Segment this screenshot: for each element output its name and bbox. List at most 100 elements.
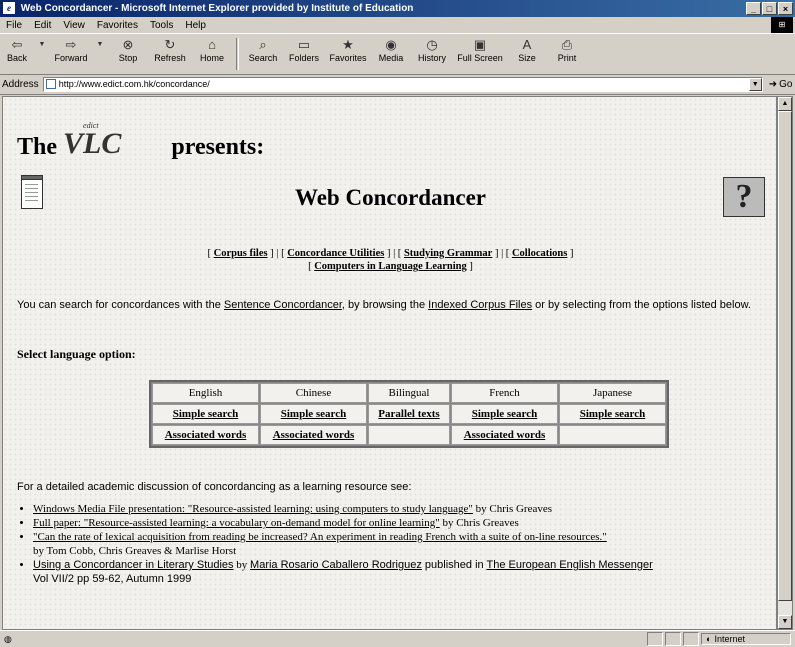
list-item: Full paper: "Resource-assisted learning:… [33, 516, 776, 530]
back-button[interactable]: ⇦ Back [0, 34, 34, 71]
header-french: French [451, 383, 558, 403]
lexical-acquisition-link[interactable]: "Can the rate of lexical acquisition fro… [33, 531, 607, 543]
stop-button[interactable]: ⊗ Stop [108, 34, 148, 71]
menu-favorites[interactable]: Favorites [91, 20, 144, 31]
home-button[interactable]: ⌂ Home [192, 34, 232, 71]
indexed-corpus-files-link[interactable]: Indexed Corpus Files [428, 299, 532, 311]
folders-icon: ▭ [297, 37, 311, 52]
page-content: The VLC edict presents: Web Concordancer… [2, 96, 777, 630]
print-button[interactable]: ⎙ Print [547, 34, 587, 71]
menu-tools[interactable]: Tools [144, 20, 179, 31]
media-icon: ◉ [385, 37, 397, 52]
chinese-associated-words-link[interactable]: Associated words [273, 429, 355, 441]
vlc-logo: VLC edict [63, 121, 122, 160]
english-associated-words-link[interactable]: Associated words [165, 429, 247, 441]
close-button[interactable]: × [778, 2, 793, 15]
sentence-concordancer-link[interactable]: Sentence Concordancer [224, 299, 342, 311]
address-bar: Address http://www.edict.com.hk/concorda… [0, 74, 795, 95]
menu-help[interactable]: Help [179, 20, 212, 31]
presents-heading: presents: [171, 134, 265, 160]
refresh-icon: ↻ [164, 37, 176, 52]
scroll-down-button[interactable]: ▼ [778, 615, 792, 629]
scroll-thumb[interactable] [778, 111, 792, 601]
list-item: "Can the rate of lexical acquisition fro… [33, 530, 776, 558]
help-icon[interactable]: ? [723, 177, 765, 217]
discussion-intro: For a detailed academic discussion of co… [17, 481, 412, 493]
journal-link[interactable]: The European English Messenger [486, 559, 652, 571]
history-icon: ◷ [426, 37, 438, 52]
french-associated-words-link[interactable]: Associated words [464, 429, 546, 441]
chinese-simple-search-link[interactable]: Simple search [281, 408, 347, 420]
menu-edit[interactable]: Edit [28, 20, 57, 31]
window-title: Web Concordancer - Microsoft Internet Ex… [20, 3, 414, 14]
forward-button[interactable]: ⇨ Forward [50, 34, 92, 71]
table-header-row: English Chinese Bilingual French Japanes… [152, 383, 666, 403]
security-zone: ◐ Internet [701, 633, 791, 645]
header-bilingual: Bilingual [368, 383, 450, 403]
title-bar: e Web Concordancer - Microsoft Internet … [0, 0, 795, 17]
english-simple-search-link[interactable]: Simple search [173, 408, 239, 420]
back-arrow-icon: ⇦ [11, 37, 23, 52]
status-pane [665, 632, 681, 646]
literary-studies-link[interactable]: Using a Concordancer in Literary Studies [33, 559, 234, 571]
menu-file[interactable]: File [0, 20, 28, 31]
full-paper-link[interactable]: Full paper: "Resource-assisted learning:… [33, 517, 440, 529]
forward-arrow-icon: ⇨ [65, 37, 77, 52]
menu-bar: File Edit View Favorites Tools Help [0, 17, 795, 33]
status-bar: ◍ ◐ Internet [0, 630, 795, 647]
favorites-icon: ★ [342, 37, 354, 52]
bilingual-parallel-texts-link[interactable]: Parallel texts [378, 408, 439, 420]
page-icon [45, 79, 56, 89]
list-item: Using a Concordancer in Literary Studies… [33, 558, 776, 586]
the-heading: The [17, 134, 58, 160]
folders-button[interactable]: ▭ Folders [283, 34, 325, 71]
globe-icon: ◐ [706, 634, 712, 644]
media-button[interactable]: ◉ Media [371, 34, 411, 71]
minimize-button[interactable]: _ [746, 2, 761, 15]
scroll-up-button[interactable]: ▲ [778, 97, 792, 111]
intro-text: You can search for concordances with the… [17, 299, 751, 311]
address-dropdown-button[interactable]: ▼ [748, 77, 762, 91]
go-arrow-icon: ➜ [768, 78, 778, 90]
maximize-button[interactable]: □ [762, 2, 777, 15]
corpus-files-link[interactable]: Corpus files [214, 248, 268, 259]
search-icon: ⌕ [259, 37, 267, 52]
go-button[interactable]: ➜ Go [769, 79, 793, 90]
nav-links: [ Corpus files ] | [ Concordance Utiliti… [207, 248, 574, 272]
text-size-icon: A [522, 37, 532, 52]
home-icon: ⌂ [208, 37, 216, 52]
header-english: English [152, 383, 259, 403]
list-item: Windows Media File presentation: "Resour… [33, 502, 776, 516]
author-link[interactable]: Maria Rosario Caballero Rodriguez [250, 559, 422, 571]
concordance-utilities-link[interactable]: Concordance Utilities [287, 248, 384, 259]
table-row: Associated words Associated words Associ… [152, 425, 666, 445]
computers-language-learning-link[interactable]: Computers in Language Learning [314, 261, 467, 272]
refresh-button[interactable]: ↻ Refresh [148, 34, 192, 71]
table-row: Simple search Simple search Parallel tex… [152, 404, 666, 424]
windows-logo-icon: ⊞ [771, 17, 793, 33]
french-simple-search-link[interactable]: Simple search [472, 408, 538, 420]
status-pane [683, 632, 699, 646]
address-input[interactable]: http://www.edict.com.hk/concordance/ ▼ [42, 76, 763, 92]
favorites-button[interactable]: ★ Favorites [325, 34, 371, 71]
japanese-simple-search-link[interactable]: Simple search [580, 408, 646, 420]
search-button[interactable]: ⌕ Search [243, 34, 283, 71]
menu-view[interactable]: View [57, 20, 91, 31]
collocations-link[interactable]: Collocations [512, 248, 567, 259]
history-button[interactable]: ◷ History [411, 34, 453, 71]
address-url[interactable]: http://www.edict.com.hk/concordance/ [59, 79, 210, 89]
fullscreen-icon: ▣ [473, 37, 487, 52]
ie-logo-icon: e [3, 2, 15, 14]
wmf-presentation-link[interactable]: Windows Media File presentation: "Resour… [33, 503, 473, 515]
size-button[interactable]: A Size [507, 34, 547, 71]
fullscreen-button[interactable]: ▣ Full Screen [453, 34, 507, 71]
vertical-scrollbar[interactable]: ▲ ▼ [777, 96, 793, 630]
window-controls: _ □ × [746, 2, 793, 15]
empty-cell [368, 425, 450, 445]
empty-cell [559, 425, 666, 445]
page-header: The VLC edict presents: [17, 121, 265, 161]
back-dropdown[interactable]: ▼ [34, 34, 50, 71]
studying-grammar-link[interactable]: Studying Grammar [404, 248, 492, 259]
forward-dropdown[interactable]: ▼ [92, 34, 108, 71]
header-chinese: Chinese [260, 383, 367, 403]
